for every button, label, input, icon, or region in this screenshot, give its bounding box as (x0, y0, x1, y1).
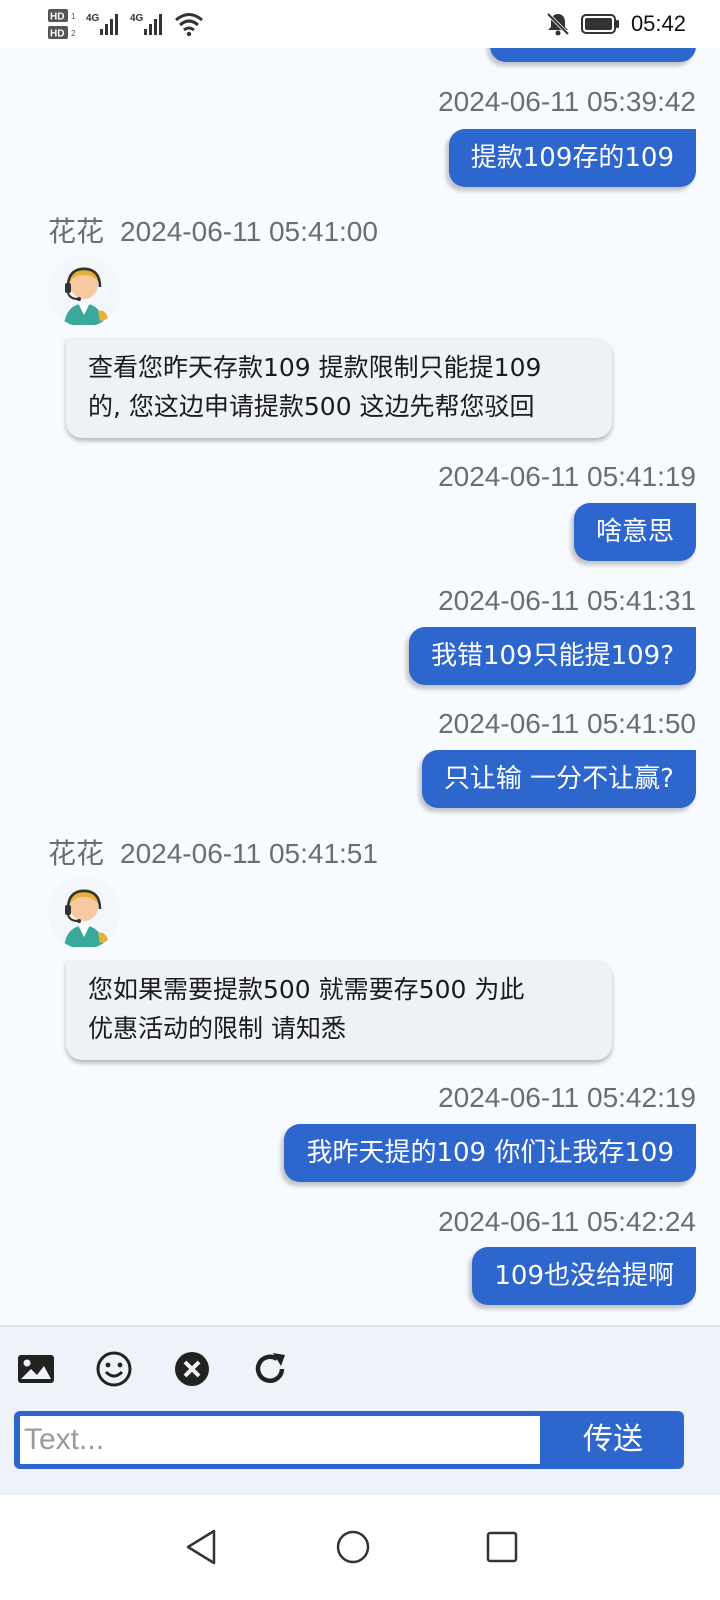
outgoing-message-bubble[interactable]: 只让输 一分不让赢? (421, 750, 696, 808)
status-left: HD HD 1 2 4G 4G (46, 4, 204, 44)
outgoing-message-bubble[interactable]: 啥意思 (573, 503, 696, 561)
back-icon[interactable] (182, 1527, 222, 1567)
agent-avatar (48, 255, 120, 327)
message-timestamp: 2024-06-11 05:41:51 (120, 838, 378, 869)
svg-text:HD: HD (50, 29, 64, 40)
message-timestamp: 2024-06-11 05:41:31 (438, 585, 696, 616)
signal-icon: 4G (130, 13, 162, 35)
message-line: 查看您昨天存款109 提款限制只能提109 (88, 353, 542, 382)
svg-text:4G: 4G (130, 13, 144, 24)
battery-icon (580, 14, 619, 34)
emoji-icon (96, 1351, 132, 1387)
message-line: 优惠活动的限制 请知悉 (88, 1014, 346, 1043)
message-line: 的, 您这边申请提款500 这边先帮您驳回 (88, 392, 535, 421)
svg-text:4G: 4G (86, 13, 100, 24)
mute-bell-icon (546, 12, 570, 36)
message-line: 您如果需要提款500 就需要存500 为此 (88, 975, 525, 1004)
clear-icon (175, 1352, 209, 1386)
input-bar: 传送 (14, 1411, 684, 1469)
refresh-button[interactable] (248, 1347, 292, 1391)
outgoing-message-bubble[interactable]: 我错109只能提109? (408, 627, 696, 685)
hd-icon: HD HD 1 2 (48, 9, 76, 40)
refresh-icon (255, 1353, 285, 1383)
message-input[interactable] (20, 1416, 540, 1464)
svg-text:HD: HD (50, 12, 64, 23)
svg-text:1: 1 (71, 12, 76, 21)
recents-icon[interactable] (482, 1527, 522, 1567)
wifi-icon (175, 13, 203, 37)
image-upload-button[interactable] (14, 1347, 58, 1391)
agent-name: 花花 (48, 216, 105, 247)
image-icon (18, 1355, 54, 1383)
support-agent-icon (48, 877, 120, 949)
message-timestamp: 2024-06-11 05:41:00 (120, 216, 378, 247)
support-agent-icon (48, 255, 120, 327)
send-button[interactable]: 传送 (542, 1411, 684, 1469)
outgoing-message-bubble[interactable]: 109也没给提啊 (472, 1247, 696, 1305)
emoji-button[interactable] (92, 1347, 136, 1391)
previous-message-bubble (490, 48, 696, 62)
outgoing-message-bubble[interactable]: 我昨天提的109 你们让我存109 (284, 1124, 696, 1182)
system-nav-bar (0, 1495, 720, 1600)
status-bar: HD HD 1 2 4G 4G 05:42 (0, 0, 720, 48)
message-timestamp: 2024-06-11 05:39:42 (438, 86, 696, 117)
outgoing-message-bubble[interactable]: 提款109存的109 (448, 129, 696, 187)
message-timestamp: 2024-06-11 05:42:24 (438, 1206, 696, 1237)
status-time: 05:42 (630, 11, 686, 36)
message-timestamp: 2024-06-11 05:41:50 (438, 708, 696, 739)
agent-message-header: 花花 2024-06-11 05:41:51 (48, 832, 378, 872)
chat-area[interactable]: 2024-06-11 05:39:42 提款109存的109 花花 2024-06… (0, 48, 720, 1325)
message-timestamp: 2024-06-11 05:42:19 (438, 1082, 696, 1113)
clear-button[interactable] (170, 1347, 214, 1391)
agent-message-header: 花花 2024-06-11 05:41:00 (48, 210, 378, 250)
agent-avatar (48, 877, 120, 949)
status-right: 05:42 (545, 4, 686, 44)
home-icon[interactable] (333, 1527, 373, 1567)
svg-text:2: 2 (71, 29, 76, 38)
incoming-message-bubble[interactable]: 查看您昨天存款109 提款限制只能提109 的, 您这边申请提款500 这边先帮… (66, 338, 612, 438)
signal-icon: 4G (86, 13, 118, 35)
incoming-message-bubble[interactable]: 您如果需要提款500 就需要存500 为此 优惠活动的限制 请知悉 (66, 960, 612, 1060)
message-timestamp: 2024-06-11 05:41:19 (438, 461, 696, 492)
agent-name: 花花 (48, 838, 105, 869)
message-composer: 传送 (0, 1325, 720, 1497)
